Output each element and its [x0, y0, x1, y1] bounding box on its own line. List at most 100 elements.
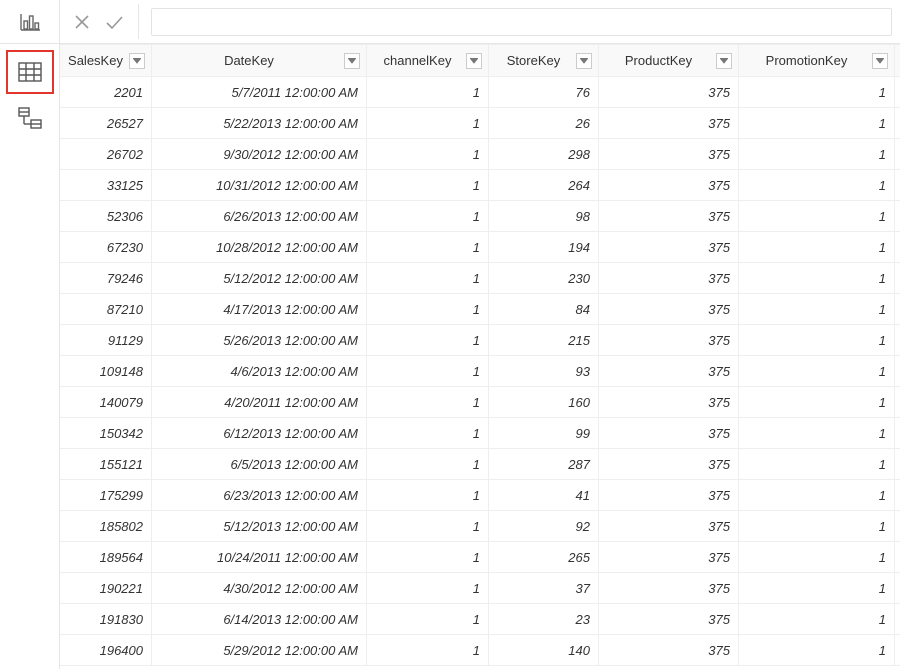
- table-cell[interactable]: 1: [367, 635, 489, 665]
- table-cell[interactable]: 1: [739, 356, 895, 386]
- formula-input[interactable]: [151, 8, 892, 36]
- table-row[interactable]: 1503426/12/2013 12:00:00 AM1993751: [60, 418, 900, 449]
- column-filter-button[interactable]: [576, 53, 592, 69]
- table-cell[interactable]: 92: [489, 511, 599, 541]
- table-cell[interactable]: 37: [489, 573, 599, 603]
- table-cell[interactable]: 215: [489, 325, 599, 355]
- table-row[interactable]: 1400794/20/2011 12:00:00 AM11603751: [60, 387, 900, 418]
- table-cell[interactable]: 5/29/2012 12:00:00 AM: [152, 635, 367, 665]
- table-cell[interactable]: 93: [489, 356, 599, 386]
- table-cell[interactable]: 84: [489, 294, 599, 324]
- table-cell[interactable]: 375: [599, 139, 739, 169]
- table-cell[interactable]: 1: [367, 139, 489, 169]
- table-row[interactable]: 1752996/23/2013 12:00:00 AM1413751: [60, 480, 900, 511]
- table-row[interactable]: 911295/26/2013 12:00:00 AM12153751: [60, 325, 900, 356]
- table-row[interactable]: 3312510/31/2012 12:00:00 AM12643751: [60, 170, 900, 201]
- column-filter-button[interactable]: [466, 53, 482, 69]
- table-row[interactable]: 792465/12/2012 12:00:00 AM12303751: [60, 263, 900, 294]
- table-cell[interactable]: 1: [367, 232, 489, 262]
- table-cell[interactable]: 1: [739, 77, 895, 107]
- table-cell[interactable]: 1: [739, 294, 895, 324]
- table-cell[interactable]: 1: [739, 511, 895, 541]
- table-row[interactable]: 1902214/30/2012 12:00:00 AM1373751: [60, 573, 900, 604]
- table-cell[interactable]: 1: [739, 635, 895, 665]
- table-cell[interactable]: 375: [599, 170, 739, 200]
- table-cell[interactable]: 1: [367, 387, 489, 417]
- table-cell[interactable]: 375: [599, 77, 739, 107]
- table-cell[interactable]: 4/6/2013 12:00:00 AM: [152, 356, 367, 386]
- table-row[interactable]: 18956410/24/2011 12:00:00 AM12653751: [60, 542, 900, 573]
- table-cell[interactable]: 1: [367, 418, 489, 448]
- table-cell[interactable]: 160: [489, 387, 599, 417]
- table-row[interactable]: 267029/30/2012 12:00:00 AM12983751: [60, 139, 900, 170]
- table-cell[interactable]: 1: [367, 573, 489, 603]
- table-cell[interactable]: 1: [739, 232, 895, 262]
- table-cell[interactable]: 1: [739, 542, 895, 572]
- table-cell[interactable]: 91129: [60, 325, 152, 355]
- column-header[interactable]: StoreKey: [489, 45, 599, 76]
- table-cell[interactable]: 189564: [60, 542, 152, 572]
- table-cell[interactable]: 6/14/2013 12:00:00 AM: [152, 604, 367, 634]
- table-cell[interactable]: 1: [367, 449, 489, 479]
- table-cell[interactable]: 1: [739, 108, 895, 138]
- table-cell[interactable]: 4/30/2012 12:00:00 AM: [152, 573, 367, 603]
- table-cell[interactable]: 79246: [60, 263, 152, 293]
- table-cell[interactable]: 1: [739, 449, 895, 479]
- table-cell[interactable]: 1: [739, 325, 895, 355]
- commit-formula-button[interactable]: [100, 8, 128, 36]
- table-cell[interactable]: 23: [489, 604, 599, 634]
- column-header[interactable]: channelKey: [367, 45, 489, 76]
- table-cell[interactable]: 185802: [60, 511, 152, 541]
- table-cell[interactable]: 5/22/2013 12:00:00 AM: [152, 108, 367, 138]
- table-cell[interactable]: 1: [739, 263, 895, 293]
- table-cell[interactable]: 4/17/2013 12:00:00 AM: [152, 294, 367, 324]
- table-cell[interactable]: 175299: [60, 480, 152, 510]
- table-cell[interactable]: 140079: [60, 387, 152, 417]
- table-cell[interactable]: 375: [599, 232, 739, 262]
- table-row[interactable]: 1091484/6/2013 12:00:00 AM1933751: [60, 356, 900, 387]
- table-cell[interactable]: 4/20/2011 12:00:00 AM: [152, 387, 367, 417]
- table-cell[interactable]: 33125: [60, 170, 152, 200]
- table-row[interactable]: 6723010/28/2012 12:00:00 AM11943751: [60, 232, 900, 263]
- column-filter-button[interactable]: [716, 53, 732, 69]
- table-cell[interactable]: 1: [739, 418, 895, 448]
- table-cell[interactable]: 287: [489, 449, 599, 479]
- column-header[interactable]: DateKey: [152, 45, 367, 76]
- table-cell[interactable]: 375: [599, 356, 739, 386]
- table-cell[interactable]: 67230: [60, 232, 152, 262]
- table-cell[interactable]: 1: [739, 573, 895, 603]
- table-cell[interactable]: 1: [739, 139, 895, 169]
- column-header[interactable]: PromotionKey: [739, 45, 895, 76]
- table-cell[interactable]: 1: [367, 201, 489, 231]
- table-cell[interactable]: 375: [599, 604, 739, 634]
- column-header[interactable]: ProductKey: [599, 45, 739, 76]
- table-cell[interactable]: 76: [489, 77, 599, 107]
- table-cell[interactable]: 6/23/2013 12:00:00 AM: [152, 480, 367, 510]
- table-cell[interactable]: 5/7/2011 12:00:00 AM: [152, 77, 367, 107]
- table-cell[interactable]: 1: [367, 263, 489, 293]
- table-cell[interactable]: 5/12/2013 12:00:00 AM: [152, 511, 367, 541]
- table-cell[interactable]: 1: [367, 542, 489, 572]
- table-cell[interactable]: 375: [599, 387, 739, 417]
- table-row[interactable]: 1918306/14/2013 12:00:00 AM1233751: [60, 604, 900, 635]
- table-cell[interactable]: 155121: [60, 449, 152, 479]
- table-cell[interactable]: 2201: [60, 77, 152, 107]
- table-cell[interactable]: 375: [599, 542, 739, 572]
- table-cell[interactable]: 375: [599, 325, 739, 355]
- table-cell[interactable]: 99: [489, 418, 599, 448]
- table-cell[interactable]: 1: [367, 604, 489, 634]
- table-cell[interactable]: 375: [599, 263, 739, 293]
- table-cell[interactable]: 1: [367, 77, 489, 107]
- table-cell[interactable]: 5/26/2013 12:00:00 AM: [152, 325, 367, 355]
- table-cell[interactable]: 1: [367, 170, 489, 200]
- table-cell[interactable]: 375: [599, 480, 739, 510]
- table-cell[interactable]: 1: [367, 356, 489, 386]
- table-row[interactable]: 1964005/29/2012 12:00:00 AM11403751: [60, 635, 900, 666]
- table-cell[interactable]: 150342: [60, 418, 152, 448]
- table-cell[interactable]: 5/12/2012 12:00:00 AM: [152, 263, 367, 293]
- column-filter-button[interactable]: [344, 53, 360, 69]
- table-cell[interactable]: 1: [367, 325, 489, 355]
- table-cell[interactable]: 1: [739, 604, 895, 634]
- report-view-button[interactable]: [6, 0, 54, 44]
- column-filter-button[interactable]: [129, 53, 145, 69]
